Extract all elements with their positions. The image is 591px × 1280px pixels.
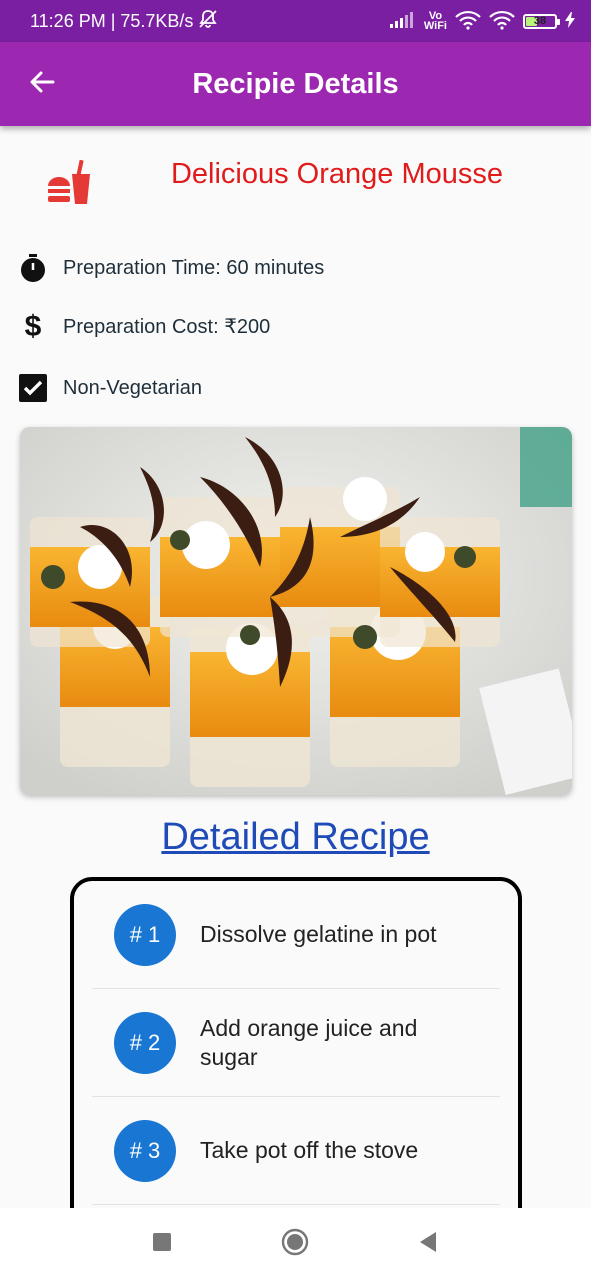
- system-nav-bar: [0, 1208, 591, 1280]
- screen: 11:26 PM | 75.7KB/s Vo WiFi 38 Recipie D…: [0, 0, 591, 1280]
- step-badge: # 2: [114, 1011, 176, 1074]
- home-button[interactable]: [279, 1228, 311, 1260]
- list-item[interactable]: # 3 Take pot off the stove: [92, 1097, 500, 1205]
- prep-cost-text: Preparation Cost: ₹200: [63, 315, 271, 338]
- step-text: Dissolve gelatine in pot: [200, 921, 437, 947]
- home-circle-icon: [281, 1228, 309, 1261]
- diet-text: Non-Vegetarian: [63, 376, 202, 399]
- wifi-icon: [455, 10, 481, 33]
- square-icon: [152, 1232, 172, 1257]
- app-bar: Recipie Details: [0, 42, 591, 126]
- checkbox-checked-icon[interactable]: [18, 373, 48, 403]
- fastfood-icon: [44, 158, 96, 208]
- page-title: Recipie Details: [192, 67, 399, 100]
- prep-time-text: Preparation Time: 60 minutes: [63, 256, 325, 279]
- list-item[interactable]: # 1 Dissolve gelatine in pot: [92, 881, 500, 989]
- timer-icon: [18, 253, 48, 283]
- step-text: Take pot off the stove: [200, 1137, 419, 1163]
- diet-row: Non-Vegetarian: [18, 373, 202, 403]
- status-bar: 11:26 PM | 75.7KB/s Vo WiFi 38: [0, 0, 591, 42]
- mute-alarm-icon: [197, 9, 219, 34]
- triangle-back-icon: [418, 1231, 438, 1258]
- charging-bolt-icon: [565, 11, 575, 31]
- detailed-recipe-link[interactable]: Detailed Recipe: [0, 816, 591, 859]
- step-text: Add orange juice and sugar: [200, 1014, 418, 1070]
- back-nav-button[interactable]: [412, 1228, 444, 1260]
- signal-icon: [389, 11, 416, 31]
- step-badge: # 3: [114, 1119, 176, 1182]
- recents-button[interactable]: [146, 1228, 178, 1260]
- prep-cost-row: $ Preparation Cost: ₹200: [18, 310, 271, 342]
- recipe-title: Delicious Orange Mousse: [170, 158, 504, 190]
- status-right: Vo WiFi 38: [389, 10, 575, 33]
- svg-text:$: $: [25, 310, 42, 342]
- status-left: 11:26 PM | 75.7KB/s: [30, 9, 219, 34]
- vowifi-bottom: WiFi: [423, 20, 447, 32]
- battery-level: 38: [533, 15, 547, 27]
- prep-time-row: Preparation Time: 60 minutes: [18, 253, 324, 283]
- recipe-photo: [20, 427, 572, 795]
- list-item[interactable]: # 2 Add orange juice and sugar: [92, 989, 500, 1097]
- step-badge: # 1: [114, 903, 176, 966]
- dollar-icon: $: [18, 310, 48, 342]
- wifi-icon-2: [489, 10, 515, 33]
- vowifi-label: Vo WiFi: [423, 11, 447, 32]
- battery-icon: 38: [523, 13, 560, 29]
- status-time-speed: 11:26 PM | 75.7KB/s: [30, 10, 194, 31]
